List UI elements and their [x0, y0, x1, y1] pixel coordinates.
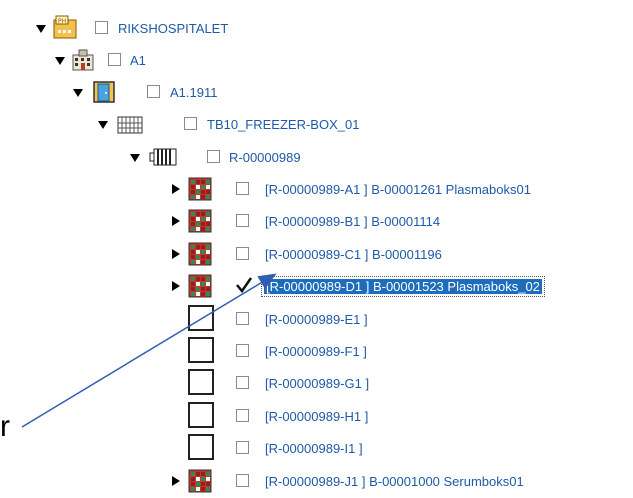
box-checkbox[interactable]	[236, 344, 249, 357]
tree-node-box[interactable]: [R-00000989-H1 ]	[0, 400, 633, 432]
box-checkbox[interactable]	[236, 277, 253, 294]
rack-label[interactable]: R-00000989	[229, 150, 301, 165]
box-checkbox[interactable]	[236, 311, 249, 325]
empty-position-box[interactable]	[188, 401, 214, 428]
box-label[interactable]: [R-00000989-D1 ] B-00001523 Plasmaboks_0…	[261, 276, 545, 298]
box-label[interactable]: [R-00000989-F1 ]	[265, 344, 367, 359]
empty-position-box[interactable]	[188, 337, 214, 363]
tree-node-box[interactable]: [R-00000989-I1 ]	[0, 432, 633, 464]
building-label[interactable]: A1	[130, 53, 146, 68]
rack-icon	[148, 145, 177, 169]
tree-node-box[interactable]: [R-00000989-J1 ] B-00001000 Serumboks01	[0, 465, 633, 497]
expand-arrow-icon[interactable]	[172, 475, 180, 486]
box-checkbox[interactable]	[236, 441, 249, 455]
hospital-checkbox[interactable]	[95, 21, 108, 34]
tree-node-box[interactable]: [R-00000989-B1 ] B-00001114	[0, 205, 633, 237]
expand-arrow-icon[interactable]	[36, 25, 46, 33]
box-label[interactable]: [R-00000989-G1 ]	[265, 376, 369, 391]
expand-arrow-icon[interactable]	[172, 281, 180, 292]
box-label[interactable]: [R-00000989-J1 ] B-00001000 Serumboks01	[265, 474, 524, 489]
room-checkbox[interactable]	[147, 85, 160, 98]
freezer-checkbox[interactable]	[184, 117, 197, 130]
checkmark-icon	[236, 277, 253, 294]
tree-node-box[interactable]: [R-00000989-E1 ]	[0, 303, 633, 335]
freezer-box-icon	[116, 112, 143, 136]
tree-node-hospital[interactable]: PH RIKSHOSPITALET	[0, 12, 633, 44]
box-label[interactable]: [R-00000989-H1 ]	[265, 409, 368, 424]
expand-arrow-icon[interactable]	[130, 154, 140, 162]
sample-box-icon	[188, 177, 212, 201]
tree-node-freezer[interactable]: TB10_FREEZER-BOX_01	[0, 108, 633, 140]
tree-node-box[interactable]: [R-00000989-D1 ] B-00001523 Plasmaboks_0…	[0, 270, 633, 302]
box-label[interactable]: [R-00000989-E1 ]	[265, 312, 368, 327]
empty-position-box[interactable]	[188, 369, 214, 396]
tree-node-box[interactable]: [R-00000989-G1 ]	[0, 367, 633, 399]
svg-text:PH: PH	[58, 18, 66, 25]
box-checkbox[interactable]	[236, 473, 249, 487]
annotation-text: r	[0, 410, 10, 443]
box-checkbox[interactable]	[236, 246, 249, 260]
sample-box-icon	[188, 274, 212, 298]
building-checkbox[interactable]	[108, 53, 121, 66]
hospital-folder-icon: PH	[52, 14, 77, 39]
sample-box-icon	[188, 242, 212, 266]
box-checkbox[interactable]	[236, 214, 249, 228]
tree-node-building[interactable]: A1	[0, 44, 633, 76]
expand-arrow-icon[interactable]	[172, 216, 180, 227]
tree-node-rack[interactable]: R-00000989	[0, 141, 633, 173]
expand-arrow-icon[interactable]	[172, 248, 180, 259]
tree-node-box[interactable]: [R-00000989-C1 ] B-00001196	[0, 238, 633, 270]
box-label[interactable]: [R-00000989-A1 ] B-00001261 Plasmaboks01	[265, 182, 531, 197]
box-label[interactable]: [R-00000989-I1 ]	[265, 441, 363, 456]
box-checkbox[interactable]	[236, 408, 249, 422]
hospital-label[interactable]: RIKSHOSPITALET	[118, 21, 228, 36]
sample-box-icon	[188, 209, 212, 233]
sample-box-icon	[188, 469, 212, 493]
empty-position-box[interactable]	[188, 304, 214, 331]
tree-node-box[interactable]: [R-00000989-F1 ]	[0, 335, 633, 367]
tree-node-room[interactable]: A1.1911	[0, 76, 633, 108]
building-icon	[70, 48, 94, 72]
box-label[interactable]: [R-00000989-C1 ] B-00001196	[265, 247, 442, 262]
freezer-label[interactable]: TB10_FREEZER-BOX_01	[207, 117, 359, 132]
expand-arrow-icon[interactable]	[98, 121, 108, 129]
room-label[interactable]: A1.1911	[170, 85, 217, 100]
rack-checkbox[interactable]	[207, 150, 220, 163]
empty-position-box[interactable]	[188, 434, 214, 461]
box-checkbox[interactable]	[236, 376, 249, 390]
expand-arrow-icon[interactable]	[73, 89, 83, 97]
box-checkbox[interactable]	[236, 182, 249, 195]
box-label[interactable]: [R-00000989-B1 ] B-00001114	[265, 214, 440, 229]
tree-node-box[interactable]: [R-00000989-A1 ] B-00001261 Plasmaboks01	[0, 173, 633, 205]
door-icon	[92, 80, 116, 104]
expand-arrow-icon[interactable]	[172, 184, 180, 194]
expand-arrow-icon[interactable]	[55, 57, 65, 65]
